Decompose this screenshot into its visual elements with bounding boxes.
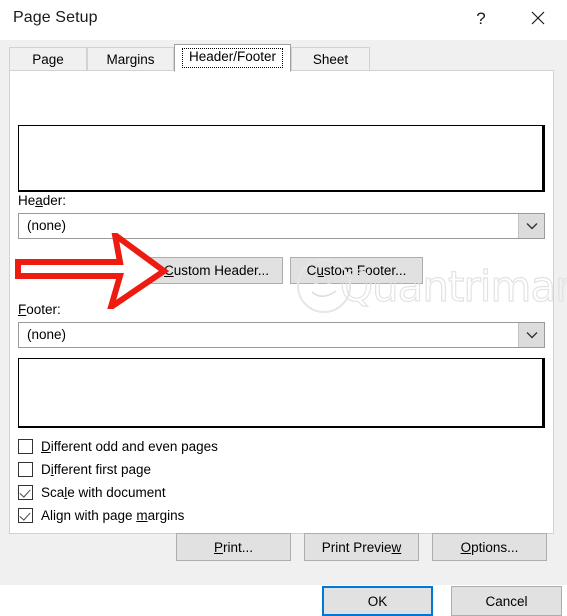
options-button-label: Options...: [460, 539, 519, 555]
ok-button-label: OK: [367, 593, 388, 609]
checkbox-align-with-page-margins-label: Align with page margins: [41, 507, 185, 523]
print-preview-button[interactable]: Print Preview: [304, 533, 419, 561]
tab-header-footer[interactable]: Header/Footer: [174, 44, 291, 72]
print-button-label: Print...: [213, 539, 254, 555]
header-dropdown-value: (none): [27, 218, 67, 233]
chevron-down-icon[interactable]: [518, 323, 544, 347]
custom-footer-button-label: Custom Footer...: [306, 263, 407, 278]
tab-page[interactable]: Page: [9, 47, 87, 71]
close-button[interactable]: [516, 0, 560, 36]
options-button[interactable]: Options...: [432, 533, 547, 561]
checkbox-box[interactable]: [18, 461, 33, 477]
tab-margins[interactable]: Margins: [87, 47, 174, 71]
footer-dropdown-value: (none): [27, 327, 67, 342]
dialog-body: Page Margins Header/Footer Sheet Header:…: [0, 40, 567, 616]
header-preview-box: [18, 125, 545, 192]
header-label-accelerator: a: [35, 193, 43, 208]
header-label-post: der:: [42, 193, 67, 208]
tab-margins-label: Margins: [106, 52, 155, 67]
tab-sheet[interactable]: Sheet: [291, 47, 370, 71]
title-bar: Page Setup ?: [0, 0, 567, 40]
cancel-button[interactable]: Cancel: [451, 586, 562, 616]
header-label-pre: He: [18, 193, 36, 208]
checkbox-different-odd-even-label: Different odd and even pages: [41, 438, 218, 454]
tab-sheet-label: Sheet: [312, 52, 349, 67]
tab-strip: Page Margins Header/Footer Sheet: [9, 44, 554, 72]
checkbox-different-first-page-label: Different first page: [41, 461, 152, 477]
ok-button[interactable]: OK: [322, 586, 433, 616]
header-dropdown[interactable]: (none): [18, 213, 545, 239]
cancel-button-label: Cancel: [485, 593, 528, 609]
custom-header-button-label: Custom Header...: [163, 263, 270, 278]
header-label: Header:: [18, 193, 66, 208]
close-icon: [531, 11, 545, 25]
footer-label: Footer:: [18, 302, 61, 317]
footer-preview-box: [18, 358, 545, 428]
question-mark-icon: ?: [476, 8, 486, 28]
page-title: Page Setup: [13, 9, 98, 26]
custom-footer-button[interactable]: Custom Footer...: [290, 257, 423, 284]
chevron-down-icon[interactable]: [518, 214, 544, 238]
tab-header-footer-label: Header/Footer: [181, 48, 284, 68]
help-button[interactable]: ?: [459, 0, 503, 36]
checkbox-box[interactable]: [18, 484, 33, 500]
checkbox-box[interactable]: [18, 507, 33, 523]
checkbox-align-with-page-margins[interactable]: Align with page margins: [18, 504, 184, 526]
footer-label-accelerator: F: [18, 302, 27, 317]
checkbox-scale-with-document-label: Scale with document: [41, 484, 166, 500]
checkbox-box[interactable]: [18, 438, 33, 454]
print-button[interactable]: Print...: [176, 533, 291, 561]
footer-label-post: ooter:: [26, 302, 61, 317]
checkbox-scale-with-document[interactable]: Scale with document: [18, 481, 166, 503]
checkbox-different-first-page[interactable]: Different first page: [18, 458, 151, 480]
footer-dropdown[interactable]: (none): [18, 322, 545, 348]
checkbox-different-odd-even[interactable]: Different odd and even pages: [18, 435, 218, 457]
print-preview-button-label: Print Preview: [321, 539, 402, 555]
tab-page-label: Page: [32, 52, 64, 67]
custom-header-button[interactable]: Custom Header...: [150, 257, 283, 284]
